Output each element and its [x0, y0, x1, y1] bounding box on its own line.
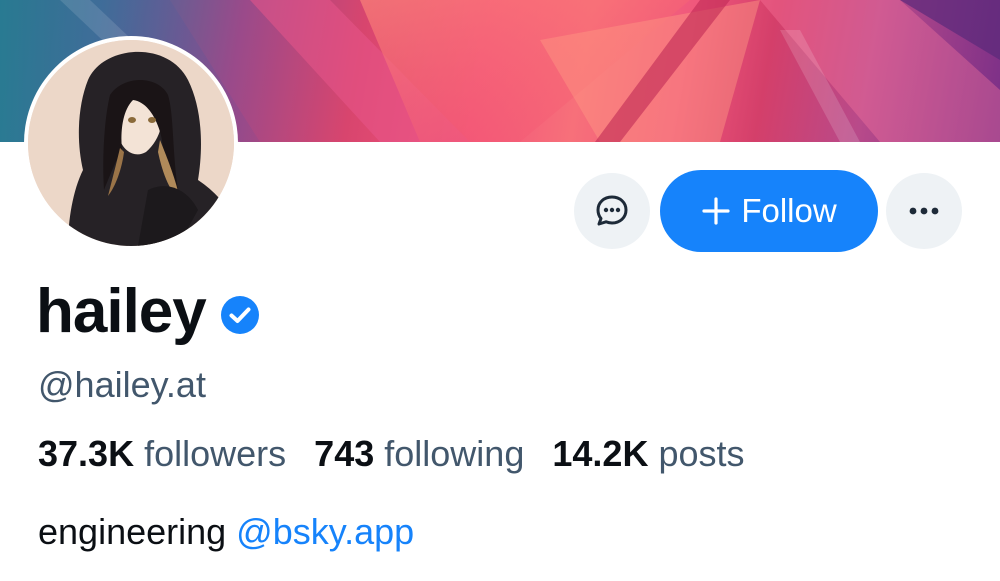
plus-icon	[702, 197, 730, 225]
posts-label: posts	[658, 433, 745, 474]
follow-button[interactable]: Follow	[660, 170, 878, 252]
handle: @hailey.at	[38, 364, 206, 405]
followers-label: followers	[144, 433, 287, 474]
avatar-illustration	[28, 40, 234, 246]
bio-text: engineering	[38, 511, 227, 552]
following-count: 743	[314, 433, 375, 474]
following-label: following	[384, 433, 525, 474]
followers-count: 37.3K	[38, 433, 135, 474]
bio: engineering @bsky.app	[38, 510, 414, 554]
chat-bubble-icon	[596, 195, 628, 226]
verified-badge-icon[interactable]	[220, 295, 260, 335]
more-options-button[interactable]	[886, 173, 962, 249]
follow-button-label: Follow	[741, 192, 837, 229]
bio-mention-link[interactable]: @bsky.app	[236, 511, 414, 552]
avatar-image	[28, 40, 234, 246]
display-name-row: hailey	[36, 272, 260, 352]
display-name: hailey	[36, 277, 207, 346]
posts-stat: 14.2K posts	[552, 433, 744, 474]
profile-page: Follow hailey @hailey.at 37.3K followers…	[0, 0, 1000, 581]
posts-count: 14.2K	[552, 433, 649, 474]
message-button[interactable]	[574, 173, 650, 249]
profile-stats: 37.3K followers 743 following 14.2K post…	[38, 432, 745, 476]
followers-stat[interactable]: 37.3K followers	[38, 433, 286, 474]
following-stat[interactable]: 743 following	[314, 433, 524, 474]
avatar[interactable]	[24, 36, 238, 250]
ellipsis-icon	[909, 207, 939, 215]
